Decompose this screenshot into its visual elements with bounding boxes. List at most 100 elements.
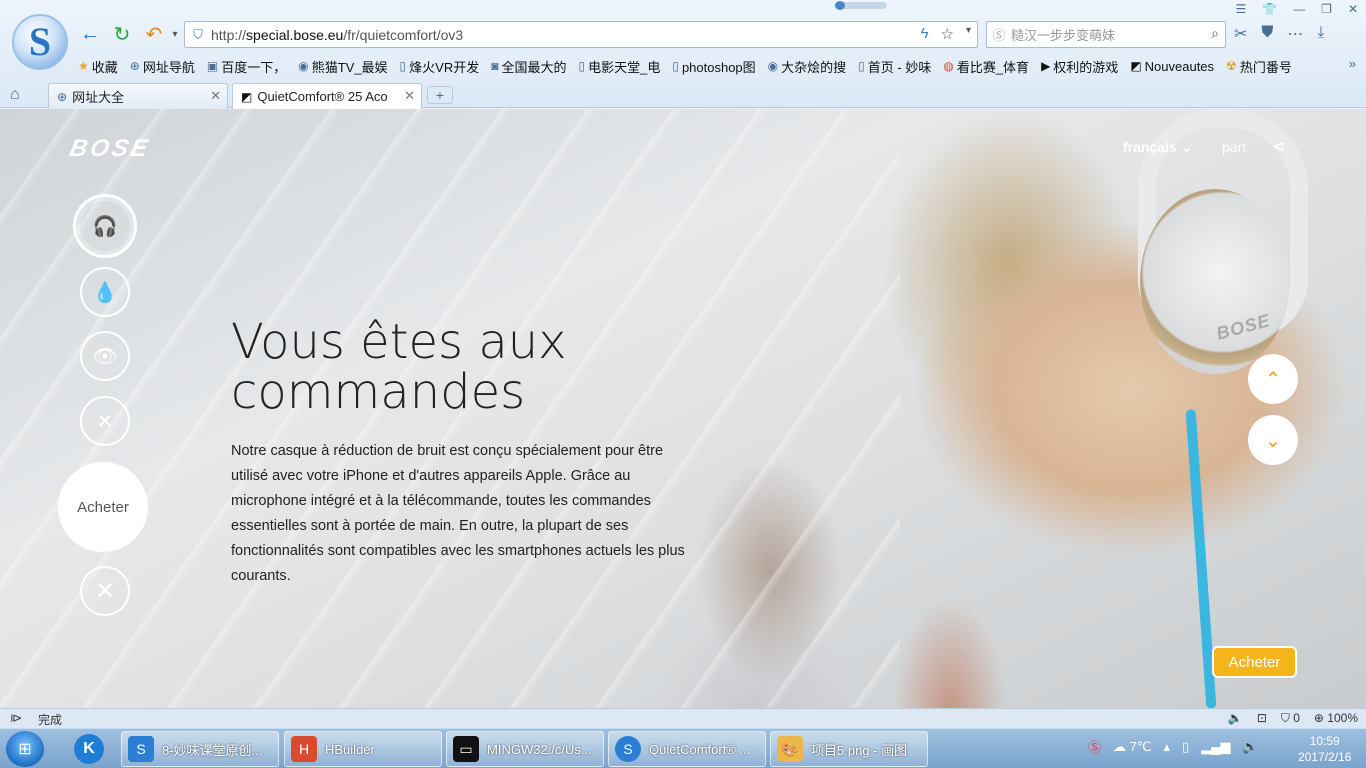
globe-icon: ⊕ — [57, 89, 68, 104]
chrome-icon: ◍ — [943, 59, 954, 73]
close-icon[interactable]: ✕ — [80, 566, 130, 616]
chevron-down-icon[interactable]: ▾ — [966, 25, 971, 43]
task-item[interactable]: 🎨 项目5.png - 画图 — [770, 731, 928, 767]
task-item[interactable]: ▭ MINGW32:/c/Us... — [446, 731, 604, 767]
back-icon[interactable]: ← — [78, 22, 102, 46]
menu-icon[interactable]: ☰ — [1235, 2, 1246, 16]
zoom-level[interactable]: ⊕ 100% — [1314, 711, 1358, 726]
globe-icon: ⊕ — [129, 59, 140, 73]
minimize-icon[interactable]: — — [1293, 2, 1305, 16]
more-icon[interactable]: ⋯ — [1287, 24, 1303, 44]
volume-icon[interactable]: 🔈 — [1242, 739, 1258, 755]
paint-icon: 🎨 — [777, 736, 803, 762]
browser-logo[interactable]: S — [12, 14, 68, 70]
bose-logo[interactable]: BOSE — [67, 135, 153, 163]
share-label[interactable]: part — [1222, 139, 1246, 155]
address-bar[interactable]: ⛉ http:// special.bose.eu /fr/quietcomfo… — [184, 21, 978, 48]
toolbar-extensions: ✂ ⛊ ⋯ ⤓ — [1234, 24, 1325, 44]
sogou-icon: Ⓢ — [992, 28, 1006, 43]
restore-icon[interactable]: ❐ — [1321, 2, 1332, 16]
bookmark-item[interactable]: ▶ 权利的游戏 — [1041, 56, 1118, 76]
k-app-icon[interactable]: K — [74, 734, 104, 764]
star-icon: ★ — [78, 59, 89, 73]
panda-icon: ◉ — [298, 59, 309, 73]
start-button[interactable]: ⊞ — [6, 731, 44, 767]
refresh-icon[interactable]: ↻ — [110, 22, 134, 46]
download-icon[interactable]: ⤓ — [1317, 24, 1324, 44]
bookmark-item[interactable]: ◍ 看比赛_体育 — [943, 56, 1029, 76]
page-icon: ▯ — [399, 59, 407, 73]
close-icon[interactable]: ✕ — [1348, 2, 1358, 16]
page-description: Notre casque à réduction de bruit est co… — [231, 443, 685, 584]
network-icon[interactable]: ▂▄▆ — [1201, 739, 1230, 755]
new-tab-button[interactable]: + — [427, 86, 453, 104]
radiation-icon: ☢ — [1226, 59, 1237, 73]
taskbar: ⊞ K S 8-妙味课堂原创... H HBuilder ▭ MINGW32:/… — [0, 728, 1366, 768]
eye-icon[interactable]: 👁 — [80, 331, 130, 381]
window-controls: ☰ 👕 — ❐ ✕ — [1235, 2, 1358, 16]
bookmark-item[interactable]: ▯ 首页 - 妙味 — [858, 56, 931, 76]
water-drop-icon[interactable]: 💧 — [80, 267, 130, 317]
close-icon[interactable]: ✕ — [404, 88, 415, 104]
bookmark-item[interactable]: ⊕ 网址导航 — [130, 56, 195, 76]
volume-icon[interactable]: 🔈 — [1228, 711, 1243, 726]
star-icon[interactable]: ☆ — [941, 25, 954, 43]
hbuilder-icon: H — [291, 736, 317, 762]
bookmark-item[interactable]: ★ 收藏 — [78, 56, 118, 76]
search-icon[interactable]: ⌕ — [1211, 25, 1219, 42]
status-bar: ⧐ 完成 🔈 ⊡ ⛉ 0 ⊕ 100% — [0, 708, 1366, 728]
bookmark-item[interactable]: ◙ 全国最大的 — [491, 56, 566, 76]
bookmark-item[interactable]: ☢ 热门番号 — [1226, 56, 1292, 76]
page-icon: ▯ — [672, 59, 679, 73]
bookmark-item[interactable]: ◉ 大杂烩的搜 — [768, 56, 847, 76]
chevron-up-icon[interactable]: ⌃ — [1248, 354, 1298, 404]
device-icon[interactable]: ▯ — [1182, 739, 1189, 755]
zoom-slider[interactable] — [835, 1, 887, 10]
browser-chrome: S ☰ 👕 — ❐ ✕ ← ↻ ↶ ▾ ⛉ http:// special.bo… — [0, 0, 1366, 109]
tab-nav-directory[interactable]: ⊕ 网址大全 ✕ — [48, 83, 228, 109]
weather-widget[interactable]: ☁ 7℃ — [1113, 739, 1151, 755]
bookmark-item[interactable]: ◉ 熊猫TV_最娱 — [298, 56, 387, 76]
close-icon[interactable]: ✕ — [210, 88, 221, 104]
tools-icon[interactable]: ✕ — [80, 396, 130, 446]
bookmark-item[interactable]: ◩ Nouveautes — [1130, 56, 1214, 76]
task-item[interactable]: S QuietComfort® ... — [608, 731, 766, 767]
browser-task-icon: S — [128, 736, 154, 762]
share-icon[interactable]: ⋖ — [1272, 137, 1286, 157]
chevron-down-icon[interactable]: ⌄ — [1248, 415, 1298, 465]
task-item[interactable]: S 8-妙味课堂原创... — [121, 731, 279, 767]
search-input[interactable]: Ⓢ 糙汉一步步变萌妹 ⌕ — [986, 21, 1226, 48]
task-item[interactable]: H HBuilder — [284, 731, 442, 767]
url-host: special.bose.eu — [246, 26, 344, 43]
bookmark-item[interactable]: ▣ 百度一下， — [207, 56, 286, 76]
sogou-ime-icon[interactable]: Ⓢ — [1088, 737, 1101, 756]
bookmark-item[interactable]: ▯ 电影天堂_电 — [578, 56, 660, 76]
play-icon: ▶ — [1041, 59, 1051, 73]
bose-icon: ◩ — [1130, 59, 1142, 73]
shield-check-icon[interactable]: ⛊ — [1261, 24, 1273, 44]
clock[interactable]: 10:59 2017/2/16 — [1298, 733, 1351, 765]
side-buy-button[interactable]: Acheter — [58, 462, 148, 552]
tab-quietcomfort[interactable]: ◩ QuietComfort® 25 Acou ✕ — [232, 83, 422, 109]
bookmark-item[interactable]: ▯ 烽火VR开发 — [400, 56, 480, 76]
cloud-icon: ☁ — [1113, 738, 1127, 754]
screenshot-icon[interactable]: ⊡ — [1257, 711, 1267, 726]
headphones-icon[interactable]: 🎧 — [73, 194, 137, 258]
scissors-icon[interactable]: ✂ — [1234, 24, 1247, 44]
skin-icon[interactable]: 👕 — [1262, 2, 1277, 16]
buy-button[interactable]: Acheter — [1212, 646, 1297, 678]
sidebar-toggle-icon[interactable]: ⧐ — [10, 711, 22, 728]
bookmark-item[interactable]: ▯ photoshop图 — [672, 56, 755, 76]
tab-bar: ⌂ ⊕ 网址大全 ✕ ◩ QuietComfort® 25 Acou ✕ + — [0, 82, 1366, 109]
tray-expand-icon[interactable]: ▴ — [1163, 739, 1170, 755]
page-hero: BOSE BOSE français ⌄ part ⋖ 🎧 💧 👁 ✕ Ache… — [0, 109, 1366, 708]
url-path: /fr/quietcomfort/ov3 — [343, 26, 464, 43]
page-icon: ▯ — [578, 59, 586, 73]
adblock-counter[interactable]: ⛉ 0 — [1281, 711, 1300, 726]
page-title: Vous êtes aux commandes — [231, 314, 567, 420]
headphone-cup-image — [1140, 189, 1290, 374]
lightning-icon[interactable]: ϟ — [921, 25, 929, 43]
language-selector[interactable]: français ⌄ — [1123, 139, 1192, 156]
home-icon[interactable]: ⌂ — [10, 86, 20, 104]
bookmarks-more-icon[interactable]: » — [1349, 56, 1356, 71]
